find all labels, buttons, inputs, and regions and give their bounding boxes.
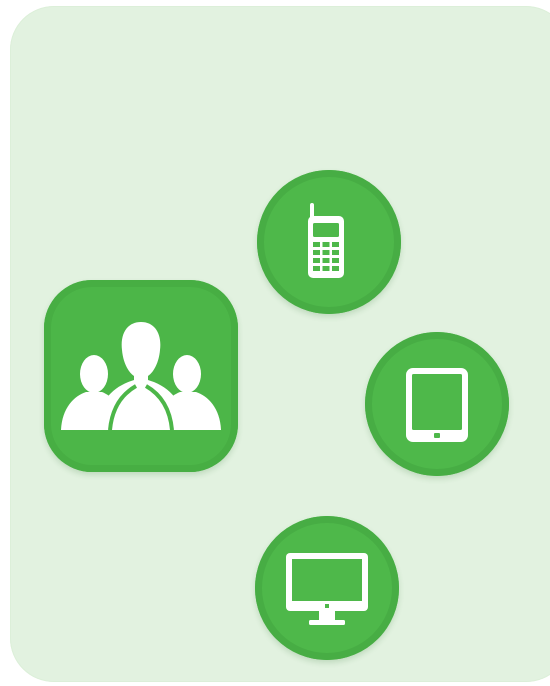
- user-group-icon: [61, 322, 221, 431]
- mobile-device-circle[interactable]: [257, 170, 401, 314]
- desktop-device-circle[interactable]: [255, 516, 399, 660]
- desktop-monitor-icon: [286, 553, 368, 625]
- mobile-phone-icon: [308, 203, 344, 278]
- tablet-icon: [406, 368, 468, 442]
- tablet-device-circle[interactable]: [365, 332, 509, 476]
- users-tile[interactable]: [44, 280, 238, 472]
